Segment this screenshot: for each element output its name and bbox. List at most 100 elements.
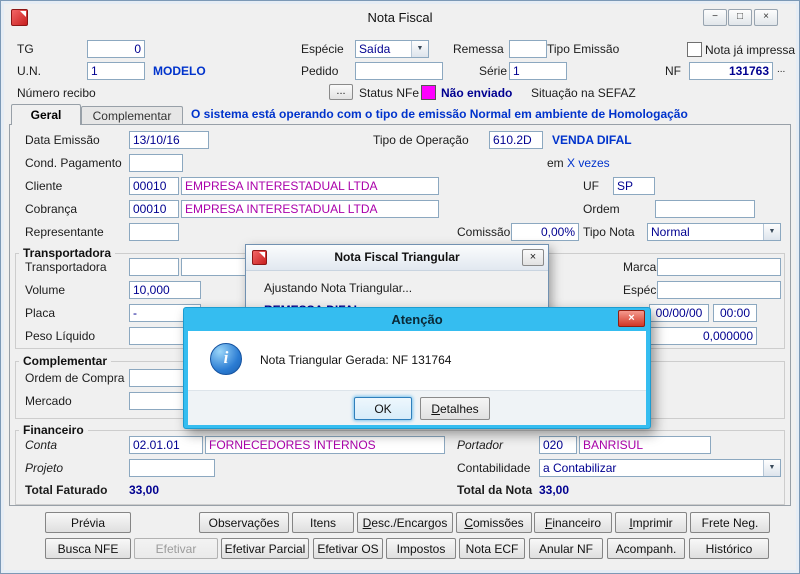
close-icon[interactable]: × xyxy=(522,249,544,266)
cliente-nome-field[interactable]: EMPRESA INTERESTADUAL LTDA xyxy=(181,177,439,195)
tipo-operacao-field[interactable]: 610.2D xyxy=(489,131,543,149)
transportadora-code-field[interactable] xyxy=(129,258,179,276)
total-faturado-label: Total Faturado xyxy=(25,483,107,497)
comissoes-button[interactable]: Comissões xyxy=(456,512,532,533)
data-emissao-field[interactable]: 13/10/16 xyxy=(129,131,209,149)
close-button[interactable]: × xyxy=(754,9,778,26)
info-icon: i xyxy=(210,343,242,375)
contabilidade-select[interactable]: a Contabilizar ▼ xyxy=(539,459,781,477)
peso-value-field[interactable]: 0,000000 xyxy=(649,327,757,345)
data-saida-field[interactable]: 00/00/00 xyxy=(649,304,709,322)
cliente-label: Cliente xyxy=(25,179,62,193)
comissao-label: Comissão xyxy=(457,225,510,239)
historico-button[interactable]: Histórico xyxy=(689,538,769,559)
imprimir-button[interactable]: Imprimir xyxy=(615,512,687,533)
tg-field[interactable]: 0 xyxy=(87,40,145,58)
volume-field[interactable]: 10,000 xyxy=(129,281,201,299)
ok-button-label: OK xyxy=(374,402,391,416)
cond-pagamento-field[interactable] xyxy=(129,154,183,172)
nf-field[interactable]: 131763 xyxy=(689,62,773,80)
cobranca-nome-field[interactable]: EMPRESA INTERESTADUAL LTDA xyxy=(181,200,439,218)
anular-nf-button-label: Anular NF xyxy=(539,542,593,556)
uf-field[interactable]: SP xyxy=(613,177,655,195)
nota-ja-impressa-label: Nota já impressa xyxy=(705,43,795,57)
pedido-field[interactable] xyxy=(355,62,443,80)
anular-nf-button[interactable]: Anular NF xyxy=(529,538,603,559)
ok-button[interactable]: OK xyxy=(354,397,412,420)
conta-label: Conta xyxy=(25,438,57,452)
conta-code-field[interactable]: 02.01.01 xyxy=(129,436,203,454)
chevron-down-icon[interactable]: ▼ xyxy=(763,224,780,240)
uf-label: UF xyxy=(583,179,599,193)
cond-pagamento-label: Cond. Pagamento xyxy=(25,156,122,170)
conta-nome-field[interactable]: FORNECEDORES INTERNOS xyxy=(205,436,445,454)
financeiro-group-label: Financeiro xyxy=(19,423,88,437)
busca-nfe-button[interactable]: Busca NFE xyxy=(45,538,131,559)
efetivar-os-button[interactable]: Efetivar OS xyxy=(313,538,383,559)
portador-code-field[interactable]: 020 xyxy=(539,436,577,454)
comissao-field[interactable]: 0,00% xyxy=(511,223,579,241)
tipo-nota-label: Tipo Nota xyxy=(583,225,635,239)
frete-neg-button[interactable]: Frete Neg. xyxy=(690,512,770,533)
nota-ecf-button-label: Nota ECF xyxy=(466,542,519,556)
recibo-ellipsis-button[interactable]: ... xyxy=(329,84,353,100)
minimize-button[interactable]: − xyxy=(703,9,727,26)
atencao-dialog: Atenção × i Nota Triangular Gerada: NF 1… xyxy=(183,307,651,429)
marca-field[interactable] xyxy=(657,258,781,276)
numero-recibo-label: Número recibo xyxy=(17,86,96,100)
especie-transp-field[interactable] xyxy=(657,281,781,299)
cliente-code-field[interactable]: 00010 xyxy=(129,177,179,195)
desc-encargos-button[interactable]: Desc./Encargos xyxy=(357,512,453,533)
serie-field[interactable]: 1 xyxy=(509,62,567,80)
nota-ecf-button[interactable]: Nota ECF xyxy=(459,538,525,559)
pedido-label: Pedido xyxy=(301,64,338,78)
nota-ja-impressa-checkbox[interactable] xyxy=(687,42,702,57)
window-title: Nota Fiscal xyxy=(1,10,799,25)
cobranca-code-field[interactable]: 00010 xyxy=(129,200,179,218)
contabilidade-value: a Contabilizar xyxy=(543,461,616,475)
nf-ellipsis-button[interactable]: ... xyxy=(777,64,785,75)
historico-button-label: Histórico xyxy=(706,542,753,556)
peso-liquido-label: Peso Líquido xyxy=(25,329,95,343)
representante-field[interactable] xyxy=(129,223,179,241)
maximize-button[interactable]: □ xyxy=(728,9,752,26)
transportadora-label: Transportadora xyxy=(25,260,107,274)
tipo-nota-value: Normal xyxy=(651,225,690,239)
especie-label: Espécie xyxy=(301,42,344,56)
close-icon[interactable]: × xyxy=(618,310,645,327)
especie-select[interactable]: Saída ▼ xyxy=(355,40,429,58)
projeto-field[interactable] xyxy=(129,459,215,477)
ordem-label: Ordem xyxy=(583,202,620,216)
tipo-emissao-label: Tipo Emissão xyxy=(547,42,619,56)
tab-complementar[interactable]: Complementar xyxy=(81,106,183,125)
atencao-dialog-body: i Nota Triangular Gerada: NF 131764 OK D… xyxy=(188,331,646,425)
un-field[interactable]: 1 xyxy=(87,62,145,80)
atencao-message: Nota Triangular Gerada: NF 131764 xyxy=(260,353,451,367)
chevron-down-icon[interactable]: ▼ xyxy=(411,41,428,57)
portador-nome-field[interactable]: BANRISUL xyxy=(579,436,711,454)
financeiro-button-label: Financeiro xyxy=(545,516,601,530)
efetivar-parcial-button[interactable]: Efetivar Parcial xyxy=(221,538,309,559)
acompanh-button[interactable]: Acompanh. xyxy=(607,538,685,559)
tab-geral[interactable]: Geral xyxy=(11,104,81,125)
desc-encargos-button-label: Desc./Encargos xyxy=(363,516,448,530)
triangular-dialog-title: Nota Fiscal Triangular xyxy=(246,250,548,264)
imprimir-button-label: Imprimir xyxy=(629,516,672,530)
previa-button[interactable]: Prévia xyxy=(45,512,131,533)
chevron-down-icon[interactable]: ▼ xyxy=(763,460,780,476)
tipo-operacao-label: Tipo de Operação xyxy=(373,133,469,147)
tipo-nota-select[interactable]: Normal ▼ xyxy=(647,223,781,241)
itens-button[interactable]: Itens xyxy=(292,512,354,533)
marca-label: Marca xyxy=(623,260,656,274)
detalhes-button[interactable]: Detalhes xyxy=(420,397,490,420)
remessa-field[interactable] xyxy=(509,40,547,58)
financeiro-button[interactable]: Financeiro xyxy=(534,512,612,533)
hora-saida-field[interactable]: 00:00 xyxy=(713,304,757,322)
observacoes-button[interactable]: Observações xyxy=(199,512,289,533)
impostos-button[interactable]: Impostos xyxy=(386,538,456,559)
em-label: em xyxy=(547,156,564,170)
ordem-field[interactable] xyxy=(655,200,755,218)
un-label: U.N. xyxy=(17,64,41,78)
frete-neg-button-label: Frete Neg. xyxy=(702,516,759,530)
contabilidade-label: Contabilidade xyxy=(457,461,530,475)
